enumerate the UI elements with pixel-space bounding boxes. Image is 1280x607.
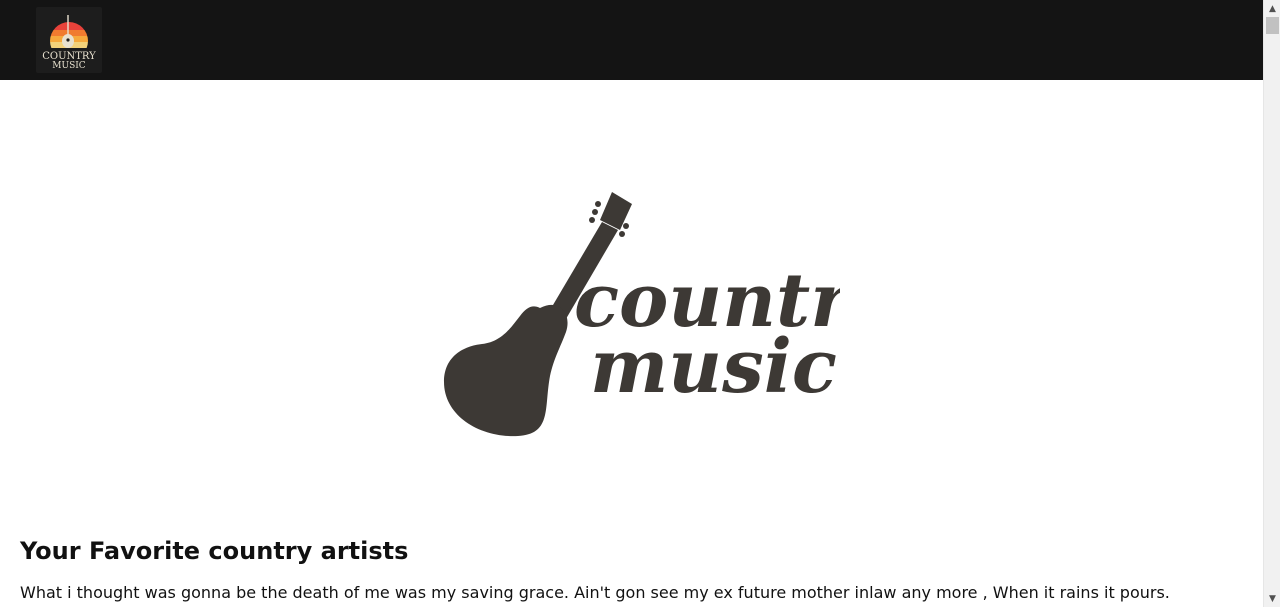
vertical-scrollbar[interactable]: ▲ ▼: [1263, 0, 1280, 607]
intro-paragraph: What i thought was gonna be the death of…: [20, 583, 1170, 602]
country-music-logo-icon: COUNTRY MUSIC: [42, 15, 96, 73]
chevron-up-icon: ▲: [1269, 3, 1276, 14]
page: COUNTRY MUSIC country music Your: [0, 0, 1263, 607]
top-navbar: COUNTRY MUSIC: [0, 0, 1263, 80]
site-logo-link[interactable]: COUNTRY MUSIC: [36, 7, 102, 73]
artists-heading: Your Favorite country artists: [20, 537, 409, 565]
scroll-down-button[interactable]: ▼: [1264, 590, 1280, 607]
scrollbar-thumb[interactable]: [1266, 17, 1279, 34]
hero-country-music-logo: country music: [440, 186, 840, 440]
small-logo-line2: MUSIC: [52, 61, 86, 71]
chevron-down-icon: ▼: [1269, 593, 1276, 604]
hero-logo-word-2: music: [590, 324, 837, 410]
scroll-up-button[interactable]: ▲: [1264, 0, 1280, 17]
